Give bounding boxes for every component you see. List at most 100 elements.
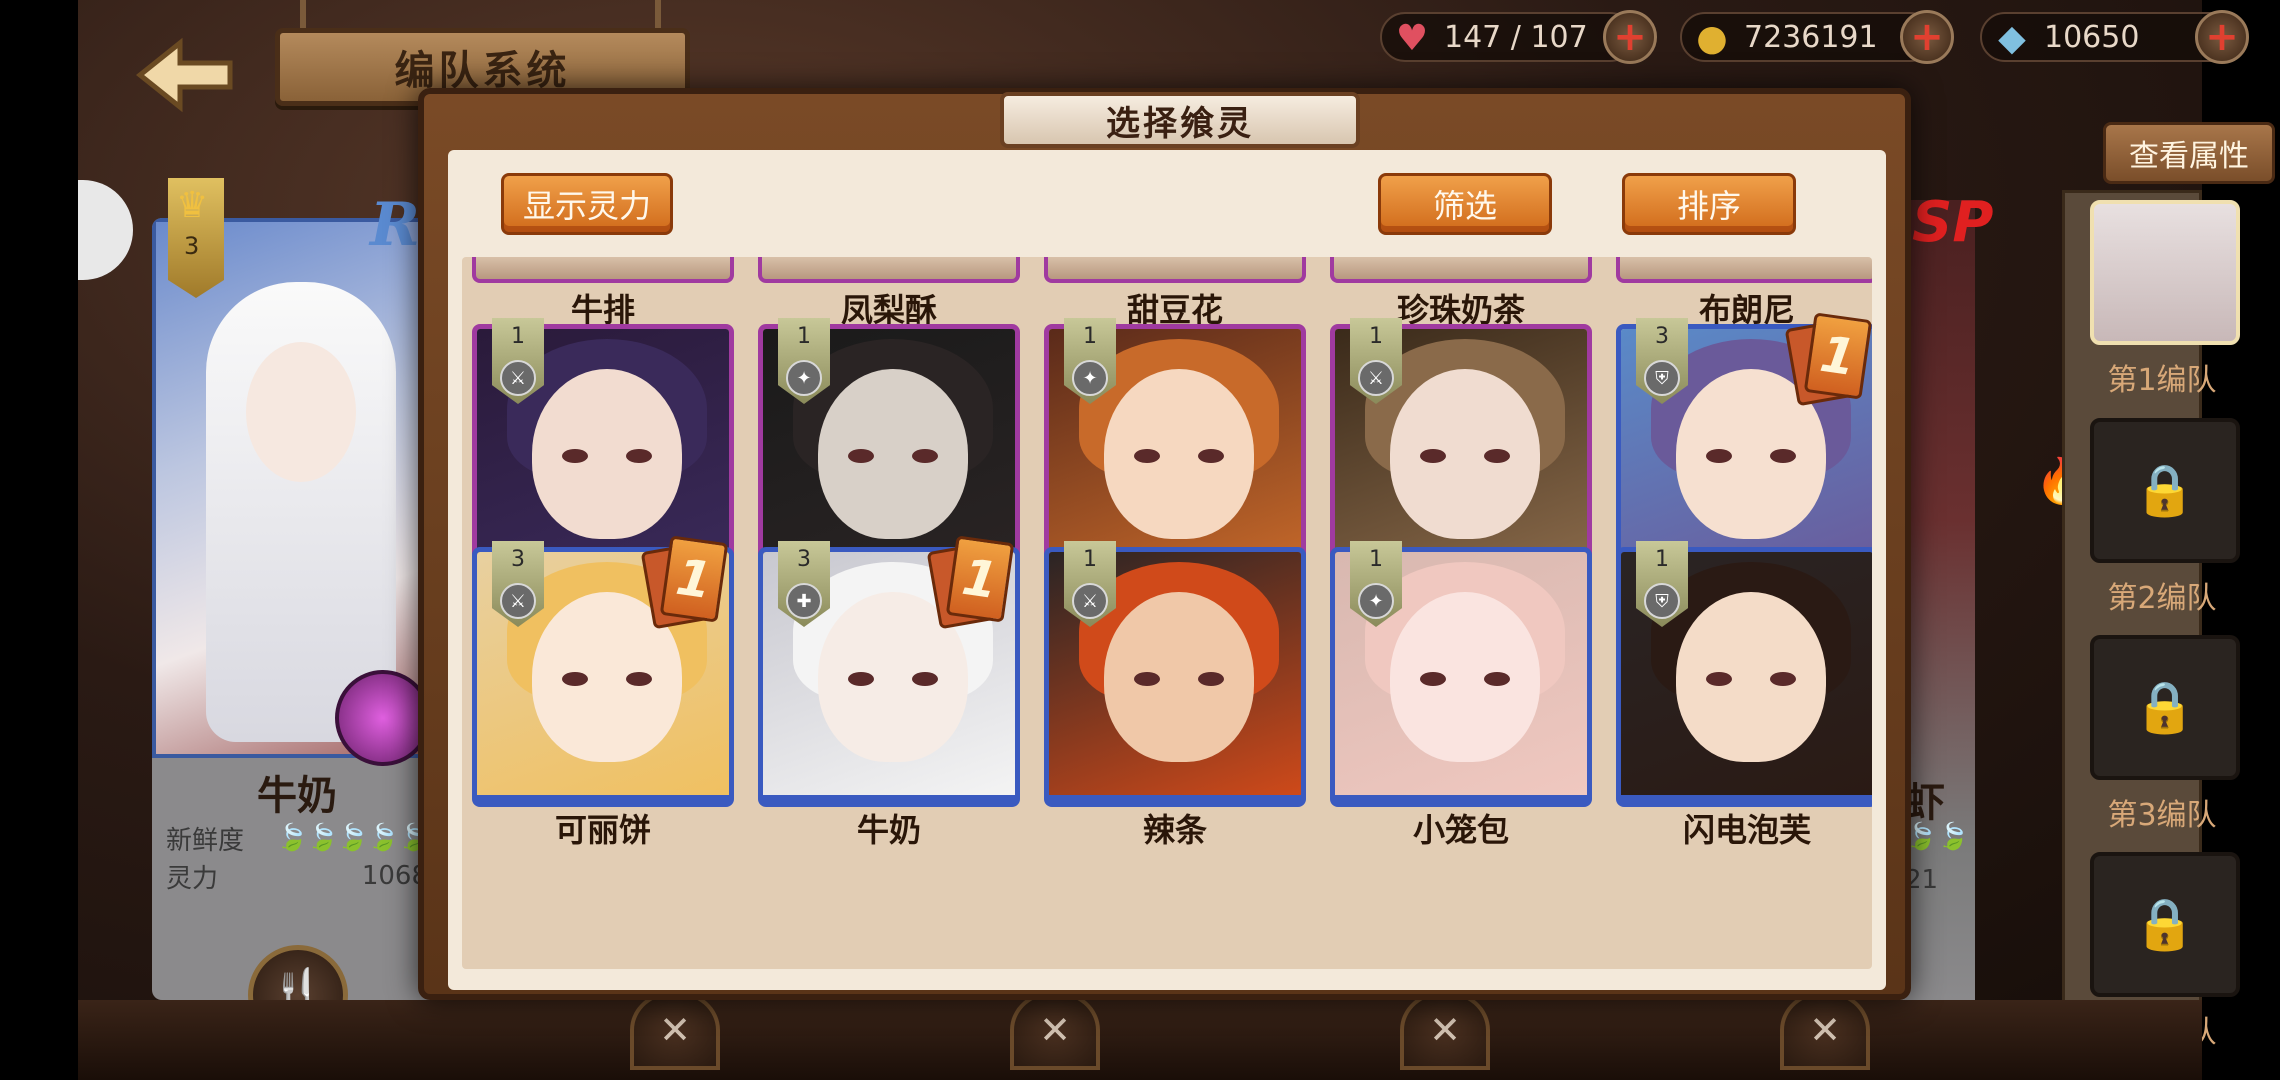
class-icon: ✦ [1072, 360, 1108, 396]
freshness-leaves-icon: 🍃🍃 [1905, 822, 1970, 852]
class-icon: ✦ [786, 360, 822, 396]
crossed-swords-icon[interactable]: ✕ [1780, 990, 1870, 1070]
character-card-partial[interactable]: 牛排 [472, 257, 734, 329]
level-number: 1 [1083, 324, 1097, 349]
sign-rope [300, 0, 306, 30]
bottom-decor-bar [78, 1000, 2202, 1080]
character-name: 牛奶 [856, 811, 921, 849]
level-number: 1 [1655, 547, 1669, 572]
game-scene: 编队系统 ♥ 147 / 107 + ● 7236191 + ◆ 10650 +… [0, 0, 2280, 1080]
class-icon: ⛨ [1644, 583, 1680, 619]
show-power-button[interactable]: 显示灵力 [501, 173, 673, 235]
crossed-swords-icon[interactable]: ✕ [630, 990, 720, 1070]
card-art-strip [472, 257, 734, 283]
rarity-label: R [370, 190, 420, 260]
duplicate-count: 1 [1803, 312, 1872, 400]
character-name: 可丽饼 [554, 811, 651, 849]
freshness-row: 新鲜度 🍃🍃🍃🍃🍃 [166, 821, 430, 856]
character-card[interactable]: 闪电泡芙 1 ⛨ [1616, 541, 1872, 849]
crossed-swords-icon[interactable]: ✕ [1010, 990, 1100, 1070]
add-stamina-button[interactable]: + [1603, 10, 1657, 64]
sign-rope [655, 0, 661, 30]
heart-icon: ♥ [1395, 17, 1429, 59]
team-label-3: 第3编队 [2107, 798, 2217, 833]
freshness-label: 新鲜度 [166, 825, 245, 856]
character-card-partial[interactable]: 凤梨酥 [758, 257, 1020, 329]
character-card[interactable]: 辣条 1 ⚔ [1044, 541, 1306, 849]
level-number: 1 [1369, 547, 1383, 572]
portrait-face [246, 342, 356, 482]
class-icon: ⚔ [1072, 583, 1108, 619]
character-name: 虾 [1905, 780, 1945, 826]
level-number: 3 [184, 232, 200, 260]
lock-icon: 🔒 [2133, 461, 2197, 519]
card-art-strip [1044, 257, 1306, 283]
class-icon: ⚔ [500, 583, 536, 619]
character-card[interactable]: 可丽饼 3 ⚔ 1 [472, 535, 734, 849]
card-art-strip [1616, 257, 1872, 283]
skill-icon[interactable] [335, 670, 431, 766]
character-card[interactable]: 牛奶 3 ✚ 1 [758, 535, 1020, 849]
duplicate-cards-icon: 1 [926, 535, 1015, 630]
class-icon: ✚ [786, 583, 822, 619]
class-icon: ⛨ [1644, 360, 1680, 396]
card-art-strip [758, 257, 1020, 283]
level-number: 1 [1083, 547, 1097, 572]
back-button[interactable] [125, 30, 245, 120]
class-icon: ⚔ [1358, 360, 1394, 396]
gold-counter: ● 7236191 [1680, 12, 1935, 62]
level-number: 3 [797, 547, 811, 572]
gold-value: 7236191 [1744, 19, 1878, 55]
character-card[interactable]: 小笼包 1 ✦ [1330, 541, 1592, 849]
character-grid[interactable]: 牛排凤梨酥甜豆花珍珠奶茶布朗尼红酒1⚔巧克力1✦拿破仑蛋糕1✦葡式蛋挞1⚔冬荫功… [462, 257, 1872, 969]
team-label-2: 第2编队 [2107, 581, 2217, 616]
level-number: 1 [1369, 324, 1383, 349]
card-art-strip [1330, 257, 1592, 283]
character-name: 闪电泡芙 [1682, 811, 1811, 849]
view-attributes-button[interactable]: 查看属性 [2103, 122, 2275, 184]
level-number: 1 [511, 324, 525, 349]
rarity-label: SP [1912, 190, 1994, 255]
crossed-swords-icon[interactable]: ✕ [1400, 990, 1490, 1070]
level-number: 1 [797, 324, 811, 349]
character-name: 牛奶 [257, 773, 337, 819]
class-icon: ✦ [1358, 583, 1394, 619]
duplicate-cards-icon: 1 [640, 535, 729, 630]
level-number: 3 [511, 547, 525, 572]
team-label-1: 第1编队 [2107, 363, 2217, 398]
left-letterbox [0, 0, 78, 1080]
team-slot-3[interactable]: 🔒 [2090, 635, 2240, 780]
character-card-partial[interactable]: 甜豆花 [1044, 257, 1306, 329]
duplicate-count: 1 [659, 535, 729, 623]
sort-button[interactable]: 排序 [1622, 173, 1796, 235]
character-name: 辣条 [1142, 811, 1207, 849]
freshness-leaves-icon: 🍃🍃🍃🍃🍃 [276, 823, 430, 853]
class-icon: ⚔ [500, 360, 536, 396]
duplicate-cards-icon: 1 [1784, 312, 1872, 407]
crystal-icon: ◆ [1998, 17, 2026, 59]
character-card-partial[interactable]: 珍珠奶茶 [1330, 257, 1592, 329]
level-number: 3 [1655, 324, 1669, 349]
gem-value: 10650 [2044, 19, 2140, 55]
back-arrow-icon [135, 37, 233, 113]
lock-icon: 🔒 [2133, 678, 2197, 736]
modal-title: 选择飨灵 [1000, 92, 1360, 148]
power-label: 灵力 [166, 863, 219, 894]
filter-button[interactable]: 筛选 [1378, 173, 1552, 235]
selected-character-card[interactable]: 牛奶 新鲜度 🍃🍃🍃🍃🍃 灵力 1068 [152, 218, 442, 1000]
add-gem-button[interactable]: + [2195, 10, 2249, 64]
character-card-partial[interactable]: 布朗尼 [1616, 257, 1872, 329]
team-slot-2[interactable]: 🔒 [2090, 418, 2240, 563]
stamina-counter: ♥ 147 / 107 [1380, 12, 1635, 62]
team-slot-4[interactable]: 🔒 [2090, 852, 2240, 997]
coin-icon: ● [1696, 17, 1728, 59]
character-name: 小笼包 [1412, 811, 1509, 849]
crown-icon: ♛ [176, 185, 209, 226]
stamina-value: 147 / 107 [1444, 19, 1588, 55]
duplicate-count: 1 [945, 535, 1015, 623]
add-gold-button[interactable]: + [1900, 10, 1954, 64]
power-row: 灵力 1068 [166, 859, 428, 894]
lock-icon: 🔒 [2133, 895, 2197, 953]
left-side-tab[interactable] [78, 180, 133, 280]
team-slot-1[interactable] [2090, 200, 2240, 345]
